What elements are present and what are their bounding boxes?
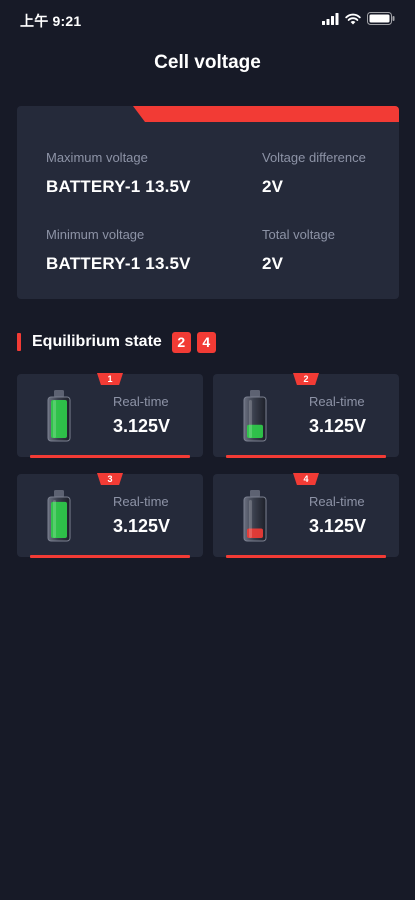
cell-battery-icon [241, 487, 269, 550]
battery-cap [54, 490, 64, 497]
status-icons [322, 12, 395, 30]
battery-shine [53, 400, 56, 438]
cell-card[interactable]: 3 Real-time 3.125V [17, 473, 203, 558]
cell-number-tag: 3 [97, 473, 123, 485]
summary-grid: Maximum voltage BATTERY-1 13.5V Voltage … [46, 150, 389, 274]
page-title: Cell voltage [154, 52, 261, 73]
summary-accent-bar [133, 106, 399, 122]
equilibrium-header: Equilibrium state 2 4 [17, 330, 222, 354]
battery-shine [249, 500, 252, 538]
battery-cap [250, 490, 260, 497]
equilibrium-badge: 4 [196, 331, 216, 353]
cell-battery-icon [45, 387, 73, 450]
cell-number-tag: 4 [293, 473, 319, 485]
cell-number-tag: 2 [293, 373, 319, 385]
cell-realtime-label: Real-time [309, 394, 365, 409]
signal-icon [322, 12, 339, 30]
cell-card[interactable]: 2 Real-time 3.125V [213, 373, 399, 458]
voltage-difference-stat: Voltage difference 2V [262, 150, 389, 197]
cell-number-tag: 1 [97, 373, 123, 385]
battery-cap [54, 390, 64, 397]
cell-underline [226, 455, 386, 458]
cell-voltage-value: 3.125V [309, 416, 367, 436]
total-voltage-label: Total voltage [262, 227, 335, 242]
total-voltage-stat: Total voltage 2V [262, 227, 389, 274]
cell-card[interactable]: 1 Real-time 3.125V [17, 373, 203, 458]
cell-card[interactable]: 4 Real-time 3.125V [213, 473, 399, 558]
battery-cap [250, 390, 260, 397]
section-accent-bar [17, 333, 21, 351]
max-voltage-stat: Maximum voltage BATTERY-1 13.5V [46, 150, 262, 197]
cell-battery-icon [45, 487, 73, 550]
cell-realtime-label: Real-time [309, 494, 365, 509]
cell-realtime-label: Real-time [113, 394, 169, 409]
cell-voltage-value: 3.125V [309, 516, 367, 536]
cell-voltage-value: 3.125V [113, 416, 171, 436]
total-voltage-value: 2V [262, 254, 284, 273]
min-voltage-value: BATTERY-1 13.5V [46, 254, 191, 273]
wifi-icon [345, 12, 361, 30]
voltage-summary-card: Maximum voltage BATTERY-1 13.5V Voltage … [17, 106, 399, 299]
equilibrium-title: Equilibrium state [32, 333, 162, 350]
status-bar: 上午 9:21 [0, 0, 415, 40]
battery-icon [367, 12, 395, 30]
cell-underline [30, 555, 190, 558]
max-voltage-label: Maximum voltage [46, 150, 148, 165]
voltage-difference-value: 2V [262, 177, 284, 196]
battery-shine [249, 400, 252, 438]
min-voltage-stat: Minimum voltage BATTERY-1 13.5V [46, 227, 262, 274]
cell-underline [30, 455, 190, 458]
status-time: 上午 9:21 [20, 13, 82, 29]
cell-realtime-label: Real-time [113, 494, 169, 509]
voltage-difference-label: Voltage difference [262, 150, 366, 165]
battery-shine [53, 500, 56, 538]
equilibrium-badge: 2 [171, 331, 191, 353]
max-voltage-value: BATTERY-1 13.5V [46, 177, 191, 196]
min-voltage-label: Minimum voltage [46, 227, 145, 242]
cell-battery-icon [241, 387, 269, 450]
cell-underline [226, 555, 386, 558]
cell-voltage-value: 3.125V [113, 516, 171, 536]
